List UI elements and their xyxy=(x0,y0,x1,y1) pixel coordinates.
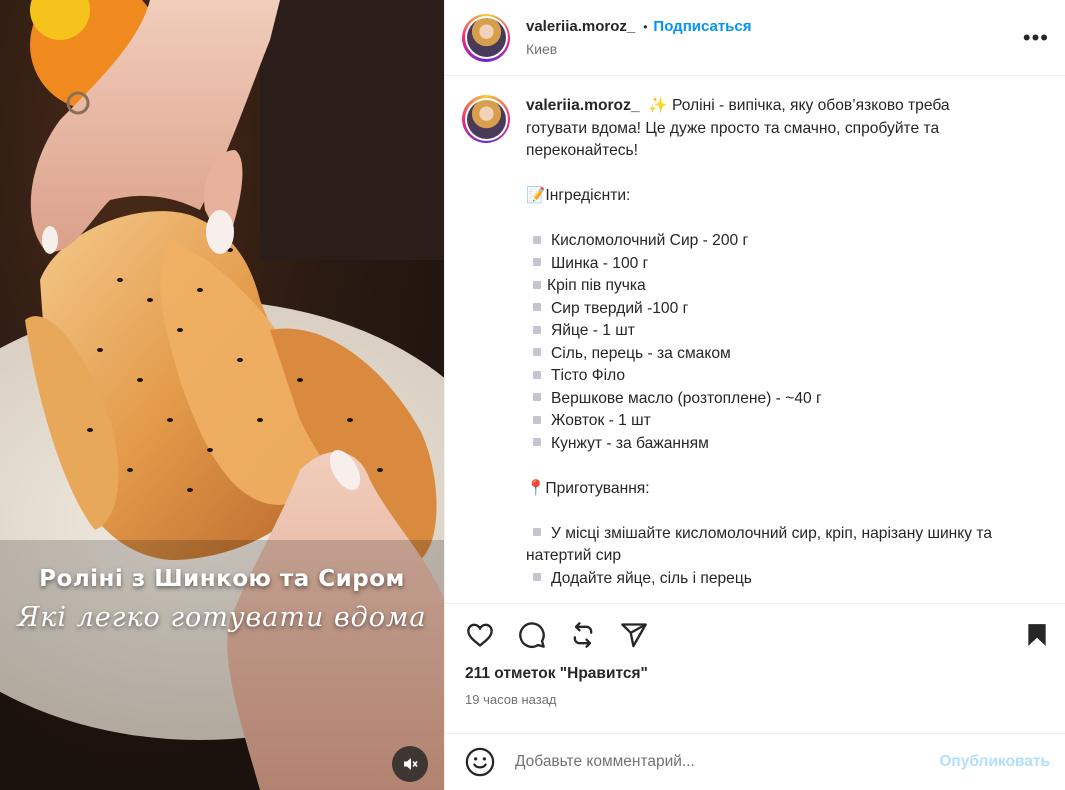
food-photo xyxy=(0,0,444,790)
share-button[interactable] xyxy=(619,621,649,649)
comment-button[interactable] xyxy=(517,621,547,649)
comment-input[interactable] xyxy=(515,753,940,771)
send-icon xyxy=(621,623,647,648)
list-item: Сіль, перець - за смаком xyxy=(526,343,996,366)
post-details-panel: valeriia.moroz_ • Подписаться Киев ••• v… xyxy=(444,0,1065,790)
list-item: Шинка - 100 г xyxy=(526,253,996,276)
sparkles-emoji: ✨ xyxy=(648,97,668,114)
repost-icon xyxy=(573,622,593,648)
list-item: Вершкове масло (розтоплене) - ~40 г xyxy=(526,388,996,411)
post-actions: 211 отметок "Нравится" 19 часов назад xyxy=(445,603,1065,707)
ingredients-heading: Інгредієнти: xyxy=(545,187,631,204)
comment-icon xyxy=(519,622,545,648)
list-item: Додайте яйце, сіль і перець xyxy=(526,568,996,591)
list-item: Сир твердий -100 г xyxy=(526,298,996,321)
caption-username[interactable]: valeriia.moroz_ xyxy=(526,97,640,114)
steps-list: У місці змішайте кисломолочний сир, кріп… xyxy=(526,523,996,591)
mute-button[interactable] xyxy=(392,746,428,782)
emoji-button[interactable] xyxy=(465,747,495,777)
more-options-icon[interactable]: ••• xyxy=(1023,26,1049,49)
media-caption-subtitle: Які легко готувати вдома xyxy=(17,602,427,633)
muted-speaker-icon xyxy=(404,758,418,770)
like-button[interactable] xyxy=(465,621,495,649)
list-item: Жовток - 1 шт xyxy=(526,410,996,433)
memo-emoji: 📝 xyxy=(526,187,546,204)
post-media[interactable]: Роліні з Шинкою та Сиром Які легко готув… xyxy=(0,0,444,790)
repost-button[interactable] xyxy=(569,621,597,649)
avatar[interactable] xyxy=(462,13,510,62)
list-item: Кунжут - за бажанням xyxy=(526,433,996,456)
pin-emoji: 📍 xyxy=(526,479,546,497)
list-item: Кисломолочний Сир - 200 г xyxy=(526,230,996,253)
list-item: Тісто Філо xyxy=(526,365,996,388)
save-button[interactable] xyxy=(1024,621,1050,649)
heart-icon xyxy=(467,623,493,647)
list-item: Кріп пів пучка xyxy=(526,275,996,298)
media-caption-title: Роліні з Шинкою та Сиром xyxy=(39,566,405,592)
separator-dot: • xyxy=(643,19,648,34)
caption-avatar[interactable] xyxy=(462,95,510,143)
post-location[interactable]: Киев xyxy=(526,41,1023,57)
post-timestamp[interactable]: 19 часов назад xyxy=(465,692,1050,707)
list-item: У місці змішайте кисломолочний сир, кріп… xyxy=(526,524,997,565)
caption-text: valeriia.moroz_ ✨ Роліні - випічка, яку … xyxy=(526,95,996,603)
publish-button[interactable]: Опубликовать xyxy=(939,753,1050,771)
post-modal: Роліні з Шинкою та Сиром Які легко готув… xyxy=(0,0,1065,790)
list-item: Яйце - 1 шт xyxy=(526,320,996,343)
steps-heading: Приготування: xyxy=(545,479,650,497)
follow-button[interactable]: Подписаться xyxy=(653,18,751,35)
emoji-icon xyxy=(465,747,495,777)
bookmark-icon xyxy=(1028,624,1046,646)
post-caption: valeriia.moroz_ ✨ Роліні - випічка, яку … xyxy=(445,77,1065,603)
ingredients-list: Кисломолочний Сир - 200 г Шинка - 100 г … xyxy=(526,230,996,455)
likes-count[interactable]: 211 отметок "Нравится" xyxy=(465,665,1050,683)
post-header: valeriia.moroz_ • Подписаться Киев ••• xyxy=(445,0,1065,76)
header-username[interactable]: valeriia.moroz_ xyxy=(526,18,635,35)
comment-bar: Опубликовать xyxy=(445,733,1065,790)
